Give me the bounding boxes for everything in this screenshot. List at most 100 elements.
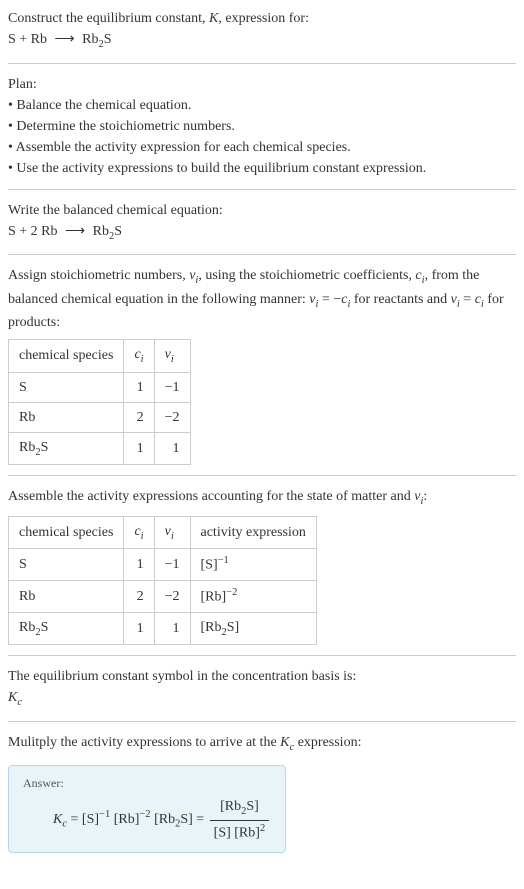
- plan: Plan: • Balance the chemical equation. •…: [8, 74, 516, 179]
- expr-sup: −1: [218, 555, 229, 566]
- table-row: Rb2S 1 1 [Rb2S]: [9, 612, 317, 645]
- multiply-p1: Mulitply the activity expressions to arr…: [8, 735, 280, 750]
- activity-p1: Assemble the activity expressions accoun…: [8, 489, 414, 504]
- expr-base: [S]: [201, 558, 218, 573]
- intro-eq-rhs1: Rb: [82, 32, 98, 47]
- table-row: Rb 2 −2 [Rb]−2: [9, 581, 317, 613]
- plan-title: Plan:: [8, 74, 516, 95]
- answer-Kc-K: K: [53, 812, 62, 827]
- cell-species: Rb2S: [9, 432, 124, 465]
- answer-t2-sup: −2: [139, 810, 150, 821]
- col-nui: νi: [154, 516, 190, 549]
- balanced-rhs1: Rb: [93, 224, 109, 239]
- answer-t1-sup: −1: [99, 810, 110, 821]
- answer-t2: [Rb]: [110, 812, 139, 827]
- frac-den-sup: 2: [260, 823, 265, 834]
- multiply-p2: expression:: [294, 735, 361, 750]
- arrow-icon: ⟶: [55, 29, 75, 50]
- stoich-p2: , using the stoichiometric coefficients,: [198, 268, 415, 283]
- basis-text: The equilibrium constant symbol in the c…: [8, 666, 516, 711]
- table-row: Rb2S 1 1: [9, 432, 191, 465]
- basis-line: The equilibrium constant symbol in the c…: [8, 666, 516, 687]
- col-nui-i: i: [171, 531, 174, 542]
- cell-species: Rb: [9, 581, 124, 613]
- frac-den-1: [S] [Rb]: [214, 826, 260, 841]
- answer-fraction: [Rb2S][S] [Rb]2: [210, 796, 270, 843]
- frac-num-close: S]: [246, 799, 258, 814]
- cell-nu: −1: [154, 549, 190, 581]
- multiply-text: Mulitply the activity expressions to arr…: [8, 732, 516, 756]
- frac-denominator: [S] [Rb]2: [210, 821, 270, 844]
- cell-species: Rb2S: [9, 612, 124, 645]
- cell-c: 1: [124, 372, 154, 402]
- answer-eq: =: [67, 812, 82, 827]
- intro-eq-lhs: S + Rb: [8, 32, 47, 47]
- cell-expr: [Rb]−2: [190, 581, 316, 613]
- cell-nu: −2: [154, 581, 190, 613]
- cell-c: 1: [124, 549, 154, 581]
- cell-nu: 1: [154, 612, 190, 645]
- balanced-equation: Write the balanced chemical equation: S …: [8, 200, 516, 245]
- balanced-lhs: S + 2 Rb: [8, 224, 58, 239]
- expr-sup: −2: [226, 587, 237, 598]
- cell-c: 2: [124, 581, 154, 613]
- multiply-K: K: [280, 735, 289, 750]
- cell-c: 1: [124, 612, 154, 645]
- intro-text-1: Construct the equilibrium constant,: [8, 11, 209, 26]
- col-species: chemical species: [9, 516, 124, 549]
- answer-t3-open: [Rb: [151, 812, 176, 827]
- intro-text-2: , expression for:: [218, 11, 309, 26]
- table-row: Rb 2 −2: [9, 402, 191, 432]
- divider: [8, 63, 516, 64]
- cell-expr: [Rb2S]: [190, 612, 316, 645]
- stoich-text: Assign stoichiometric numbers, νi, using…: [8, 265, 516, 333]
- cell-species-2: S: [41, 620, 49, 635]
- answer-equation: Kc = [S]−1 [Rb]−2 [Rb2S] = [Rb2S][S] [Rb…: [53, 796, 271, 843]
- basis-K: K: [8, 690, 17, 705]
- frac-numerator: [Rb2S]: [210, 796, 270, 821]
- table-row: S 1 −1 [S]−1: [9, 549, 317, 581]
- divider: [8, 189, 516, 190]
- cell-nu: −2: [154, 402, 190, 432]
- col-nui-i: i: [171, 354, 174, 365]
- col-species: chemical species: [9, 340, 124, 373]
- cell-species: S: [9, 549, 124, 581]
- balanced-title: Write the balanced chemical equation:: [8, 200, 516, 221]
- cell-nu: 1: [154, 432, 190, 465]
- expr-base: [Rb: [201, 620, 222, 635]
- activity-p2: :: [423, 489, 427, 504]
- basis-c: c: [17, 697, 22, 708]
- stoich-table: chemical species ci νi S 1 −1 Rb 2 −2 Rb…: [8, 339, 191, 465]
- cell-c: 1: [124, 432, 154, 465]
- stoich-eq-eq2: =: [460, 292, 475, 307]
- activity-table: chemical species ci νi activity expressi…: [8, 516, 317, 645]
- table-header-row: chemical species ci νi activity expressi…: [9, 516, 317, 549]
- col-ci: ci: [124, 340, 154, 373]
- stoich-eq-eq: = −: [318, 292, 341, 307]
- plan-bullet-2: • Determine the stoichiometric numbers.: [8, 116, 516, 137]
- col-ci: ci: [124, 516, 154, 549]
- col-nui: νi: [154, 340, 190, 373]
- stoich-p1: Assign stoichiometric numbers,: [8, 268, 189, 283]
- cell-species-2: S: [41, 440, 49, 455]
- cell-species: S: [9, 372, 124, 402]
- plan-bullet-4: • Use the activity expressions to build …: [8, 158, 516, 179]
- expr-base: [Rb]: [201, 590, 227, 605]
- balanced-rhs2: S: [114, 224, 122, 239]
- cell-species-1: Rb: [19, 440, 35, 455]
- intro: Construct the equilibrium constant, K, e…: [8, 8, 516, 53]
- plan-bullet-1: • Balance the chemical equation.: [8, 95, 516, 116]
- intro-K: K: [209, 11, 218, 26]
- table-header-row: chemical species ci νi: [9, 340, 191, 373]
- col-activity: activity expression: [190, 516, 316, 549]
- arrow-icon: ⟶: [65, 221, 85, 242]
- divider: [8, 655, 516, 656]
- answer-t1: [S]: [82, 812, 99, 827]
- activity-text: Assemble the activity expressions accoun…: [8, 486, 516, 510]
- col-ci-i: i: [141, 531, 144, 542]
- frac-num-open: [Rb: [220, 799, 241, 814]
- plan-bullet-3: • Assemble the activity expression for e…: [8, 137, 516, 158]
- cell-nu: −1: [154, 372, 190, 402]
- col-ci-i: i: [141, 354, 144, 365]
- cell-species-1: Rb: [19, 620, 35, 635]
